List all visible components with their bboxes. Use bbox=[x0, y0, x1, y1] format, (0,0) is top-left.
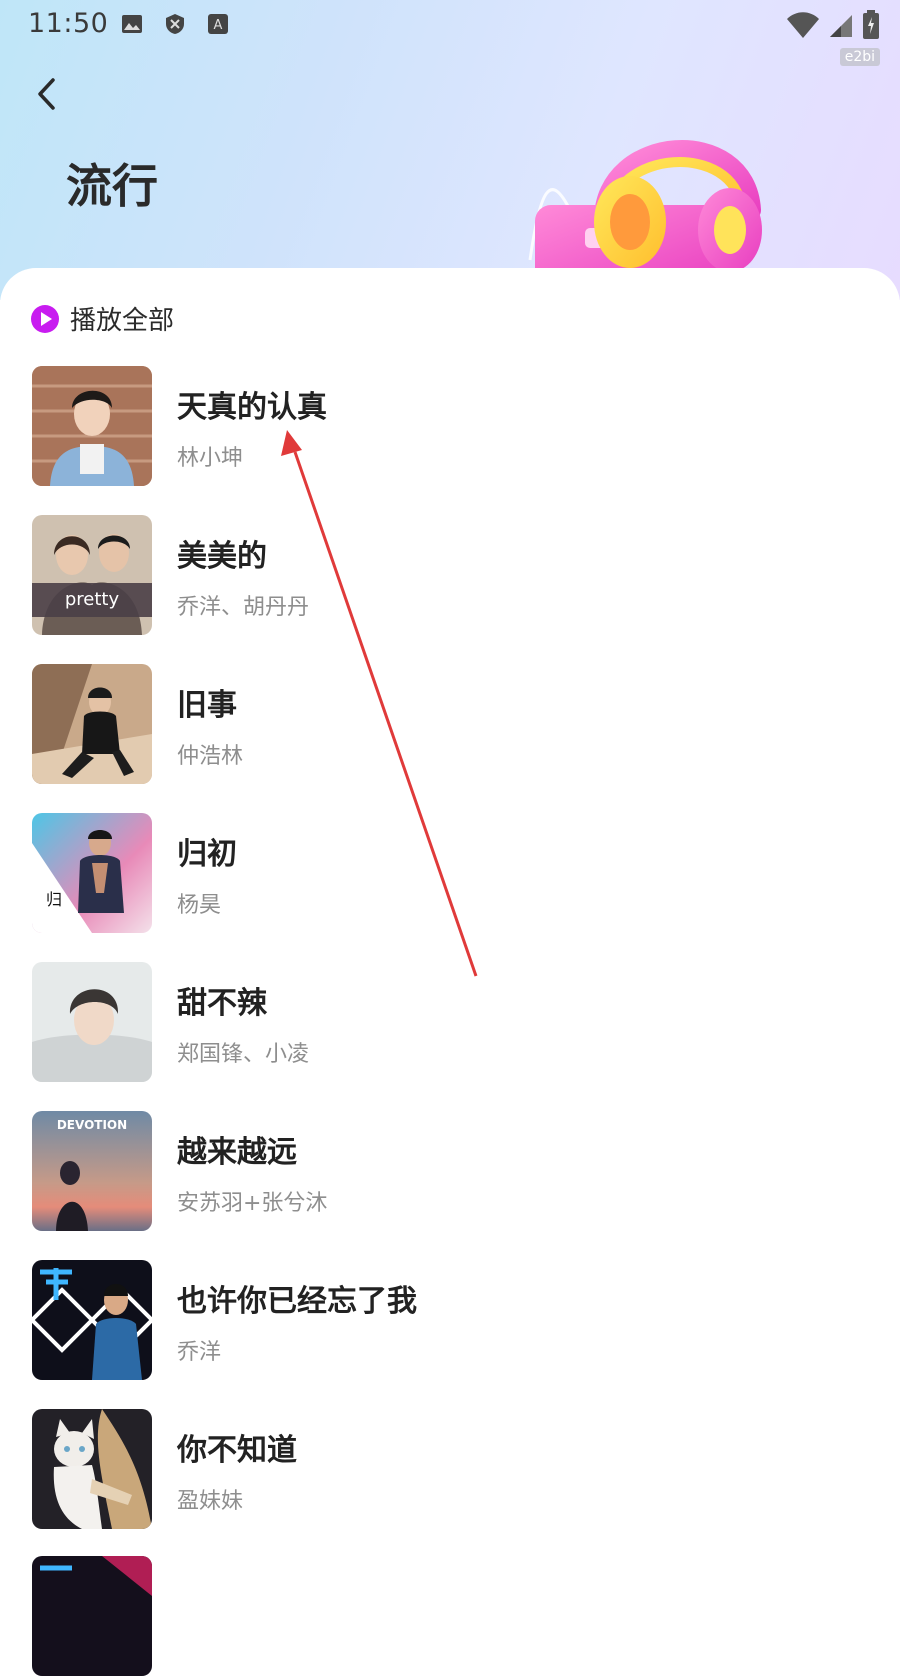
album-cover: 归 bbox=[32, 813, 152, 933]
song-artist: 乔洋、胡丹丹 bbox=[177, 595, 310, 620]
album-cover bbox=[32, 1260, 152, 1380]
song-title: 旧事 bbox=[177, 688, 237, 723]
status-time: 11:50 bbox=[28, 8, 109, 39]
badge-tag: e2bi bbox=[839, 48, 880, 66]
svg-text:A: A bbox=[214, 18, 223, 33]
album-cover bbox=[32, 1556, 152, 1676]
album-cover bbox=[32, 962, 152, 1082]
song-title: 也许你已经忘了我 bbox=[177, 1284, 417, 1319]
song-title: 你不知道 bbox=[177, 1433, 297, 1468]
signal-icon bbox=[828, 11, 854, 43]
song-item[interactable]: DEVOTION 越来越远 安苏羽+张兮沐 bbox=[32, 1111, 872, 1231]
song-artist: 安苏羽+张兮沐 bbox=[177, 1191, 328, 1216]
text-a-icon: A bbox=[206, 12, 230, 40]
play-all-button[interactable]: 播放全部 bbox=[30, 300, 174, 337]
song-title: 美美的 bbox=[177, 539, 267, 574]
song-artist: 林小坤 bbox=[177, 446, 244, 471]
headphones-radio-illustration bbox=[510, 110, 780, 285]
song-title: 归初 bbox=[177, 837, 237, 872]
status-bar: 11:50 A bbox=[0, 0, 900, 48]
song-item[interactable]: 归 归初 杨昊 bbox=[32, 813, 872, 933]
album-cover bbox=[32, 1409, 152, 1529]
song-title: 甜不辣 bbox=[177, 986, 267, 1021]
album-cover-text: pretty bbox=[65, 589, 120, 610]
album-cover: pretty bbox=[32, 515, 152, 635]
image-icon bbox=[120, 12, 144, 40]
album-cover-text: DEVOTION bbox=[57, 1118, 127, 1132]
shield-icon bbox=[163, 12, 187, 40]
song-item[interactable]: 甜不辣 郑国锋、小凌 bbox=[32, 962, 872, 1082]
page-title: 流行 bbox=[66, 159, 158, 213]
album-cover bbox=[32, 664, 152, 784]
song-title: 越来越远 bbox=[177, 1135, 297, 1170]
song-item[interactable]: 旧事 仲浩林 bbox=[32, 664, 872, 784]
song-artist: 杨昊 bbox=[177, 893, 222, 918]
song-artist: 乔洋 bbox=[177, 1340, 222, 1365]
album-cover: DEVOTION bbox=[32, 1111, 152, 1231]
wifi-icon bbox=[786, 11, 820, 43]
song-title: 天真的认真 bbox=[177, 390, 327, 425]
song-item[interactable]: 你不知道 盈妹妹 bbox=[32, 1409, 872, 1529]
song-item[interactable]: 也许你已经忘了我 乔洋 bbox=[32, 1260, 872, 1380]
chevron-left-icon bbox=[38, 78, 55, 110]
song-artist: 郑国锋、小凌 bbox=[177, 1042, 310, 1067]
song-artist: 仲浩林 bbox=[177, 744, 244, 769]
album-cover bbox=[32, 366, 152, 486]
play-all-label: 播放全部 bbox=[70, 306, 175, 336]
play-circle-icon bbox=[31, 304, 59, 333]
svg-text:归: 归 bbox=[46, 890, 62, 909]
song-item[interactable]: 天真的认真 林小坤 bbox=[32, 366, 872, 486]
battery-icon bbox=[862, 10, 880, 44]
song-artist: 盈妹妹 bbox=[177, 1489, 244, 1514]
song-item[interactable] bbox=[32, 1556, 872, 1676]
song-item[interactable]: pretty 美美的 乔洋、胡丹丹 bbox=[32, 515, 872, 635]
back-button[interactable] bbox=[26, 72, 70, 116]
